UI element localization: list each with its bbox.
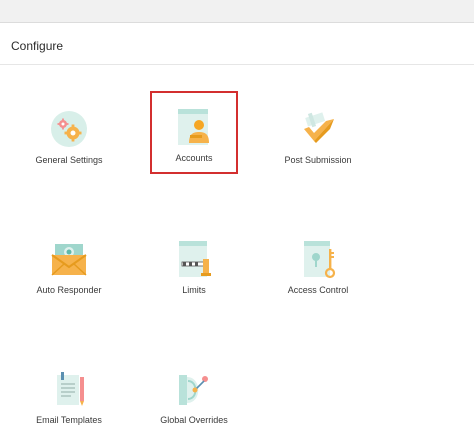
page-title: Configure bbox=[11, 39, 64, 53]
checkmark-flag-icon bbox=[304, 112, 334, 143]
tile-limits[interactable]: Limits bbox=[146, 223, 242, 303]
gears-icon bbox=[51, 111, 87, 147]
override-switch-icon bbox=[179, 375, 208, 405]
tile-label: Post Submission bbox=[284, 155, 352, 165]
envelope-photo-icon bbox=[51, 244, 87, 276]
tile-general-settings[interactable]: General Settings bbox=[21, 93, 117, 173]
document-pen-icon bbox=[57, 372, 84, 406]
barrier-gate-icon bbox=[179, 241, 211, 277]
tile-global-overrides[interactable]: Global Overrides bbox=[146, 353, 242, 433]
tile-label: General Settings bbox=[35, 155, 103, 165]
configure-header: Configure bbox=[0, 23, 474, 65]
tile-email-templates[interactable]: Email Templates bbox=[21, 353, 117, 433]
tile-label: Email Templates bbox=[36, 415, 102, 425]
tile-accounts[interactable]: Accounts bbox=[150, 91, 238, 174]
tile-access-control[interactable]: Access Control bbox=[270, 223, 366, 303]
account-user-icon bbox=[178, 109, 209, 145]
key-icon bbox=[304, 241, 336, 279]
tile-label: Auto Responder bbox=[36, 285, 102, 295]
tile-label: Accounts bbox=[175, 153, 213, 163]
tile-label: Limits bbox=[182, 285, 206, 295]
tile-label: Global Overrides bbox=[160, 415, 228, 425]
tile-post-submission[interactable]: Post Submission bbox=[270, 93, 366, 173]
tile-auto-responder[interactable]: Auto Responder bbox=[21, 223, 117, 303]
top-bar bbox=[0, 0, 474, 23]
tile-label: Access Control bbox=[287, 285, 349, 295]
